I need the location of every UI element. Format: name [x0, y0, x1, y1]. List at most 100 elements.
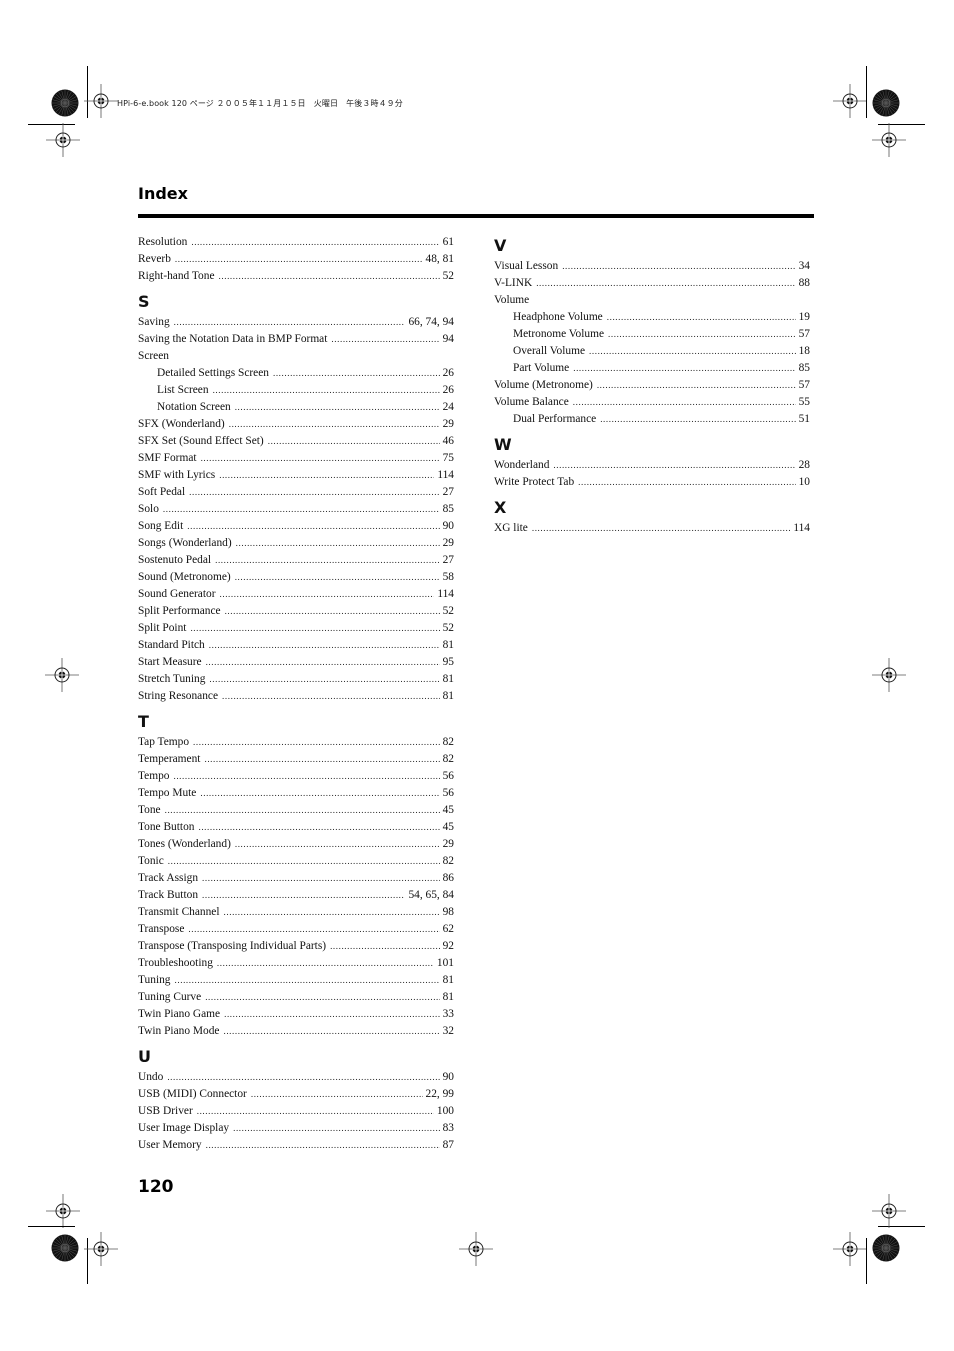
- index-entry: USB Driver 100: [138, 1103, 454, 1120]
- index-entry: Right-hand Tone 52: [138, 268, 454, 285]
- index-entry: Visual Lesson 34: [494, 258, 810, 275]
- dot-leader: [209, 637, 440, 654]
- entry-label: Volume: [494, 294, 530, 306]
- entry-page-numbers: 32: [442, 1025, 454, 1037]
- dot-leader: [200, 785, 439, 802]
- index-entry: Sound (Metronome) 58: [138, 569, 454, 586]
- entry-label: Write Protect Tab: [494, 476, 575, 488]
- index-entry: XG lite 114: [494, 520, 810, 537]
- section-letter: W: [494, 435, 512, 454]
- dot-leader: [573, 360, 795, 377]
- dot-leader: [224, 904, 440, 921]
- index-entry: Start Measure 95: [138, 654, 454, 671]
- registration-mark-icon: [46, 123, 80, 157]
- dot-leader: [215, 552, 440, 569]
- dot-leader: [198, 819, 439, 836]
- dot-leader: [273, 365, 440, 382]
- index-entry: Songs (Wonderland) 29: [138, 535, 454, 552]
- dot-leader: [165, 802, 440, 819]
- entry-page-numbers: 56: [442, 770, 454, 782]
- entry-page-numbers: 92: [442, 940, 454, 952]
- index-entry: Reverb 48, 81: [138, 251, 454, 268]
- entry-label: Wonderland: [494, 459, 550, 471]
- entry-page-numbers: 85: [442, 503, 454, 515]
- entry-page-numbers: 61: [442, 236, 454, 248]
- dot-leader: [573, 394, 796, 411]
- entry-page-numbers: 82: [442, 855, 454, 867]
- dot-leader: [188, 921, 439, 938]
- entry-page-numbers: 114: [437, 469, 454, 481]
- entry-page-numbers: 83: [442, 1122, 454, 1134]
- registration-mark-icon: [833, 84, 867, 118]
- dot-leader: [175, 972, 440, 989]
- entry-label: Metronome Volume: [513, 328, 605, 340]
- index-entry: Solo 85: [138, 501, 454, 518]
- entry-label: Tuning Curve: [138, 991, 202, 1003]
- dot-leader: [578, 474, 795, 491]
- entry-label: Notation Screen: [157, 401, 231, 413]
- entry-label: Track Assign: [138, 872, 199, 884]
- entry-page-numbers: 90: [442, 1071, 454, 1083]
- dot-leader: [220, 586, 435, 603]
- index-entry: Stretch Tuning 81: [138, 671, 454, 688]
- entry-label: Overall Volume: [513, 345, 586, 357]
- index-entry: Transpose 62: [138, 921, 454, 938]
- dot-leader: [163, 501, 440, 518]
- dot-leader: [219, 268, 440, 285]
- entry-label: SMF Format: [138, 452, 197, 464]
- dot-leader: [206, 1137, 440, 1154]
- index-entry: Transmit Channel 98: [138, 904, 454, 921]
- index-entry: Tone Button 45: [138, 819, 454, 836]
- dot-leader: [225, 603, 440, 620]
- entry-label: Resolution: [138, 236, 188, 248]
- entry-label: Transmit Channel: [138, 906, 220, 918]
- entry-page-numbers: 94: [442, 333, 454, 345]
- dot-leader: [190, 620, 439, 637]
- entry-page-numbers: 34: [798, 260, 810, 272]
- dot-leader: [236, 535, 440, 552]
- dot-leader: [204, 751, 439, 768]
- registration-mark-icon: [84, 84, 118, 118]
- index-entry: Twin Piano Mode 32: [138, 1023, 454, 1040]
- entry-label: User Image Display: [138, 1122, 230, 1134]
- entry-label: USB Driver: [138, 1105, 193, 1117]
- index-entry: Track Assign 86: [138, 870, 454, 887]
- dot-leader: [251, 1086, 423, 1103]
- dot-leader: [217, 955, 434, 972]
- entry-label: Reverb: [138, 253, 171, 265]
- section-letter: V: [494, 236, 507, 255]
- entry-page-numbers: 51: [798, 413, 810, 425]
- index-entry: Saving 66, 74, 94: [138, 314, 454, 331]
- dot-leader: [268, 433, 440, 450]
- dot-leader: [206, 654, 440, 671]
- section-letter: T: [138, 712, 149, 731]
- index-entry: Write Protect Tab 10: [494, 474, 810, 491]
- entry-label: Standard Pitch: [138, 639, 205, 651]
- entry-page-numbers: 27: [442, 486, 454, 498]
- index-entry: Song Edit 90: [138, 518, 454, 535]
- entry-label: V-LINK: [494, 277, 533, 289]
- index-heading: Screen: [138, 348, 454, 365]
- entry-label: Songs (Wonderland): [138, 537, 232, 549]
- dot-leader: [235, 836, 440, 853]
- entry-label: Tonic: [138, 855, 164, 867]
- index-entry: SFX (Wonderland) 29: [138, 416, 454, 433]
- entry-page-numbers: 62: [442, 923, 454, 935]
- entry-label: Split Point: [138, 622, 187, 634]
- index-heading: Volume: [494, 292, 810, 309]
- entry-label: Saving: [138, 316, 170, 328]
- index-entry: Split Performance 52: [138, 603, 454, 620]
- dot-leader: [331, 331, 439, 348]
- entry-page-numbers: 58: [442, 571, 454, 583]
- entry-label: USB (MIDI) Connector: [138, 1088, 247, 1100]
- entry-page-numbers: 26: [442, 384, 454, 396]
- color-target-icon: [51, 1234, 79, 1262]
- entry-label: Track Button: [138, 889, 199, 901]
- entry-page-numbers: 56: [442, 787, 454, 799]
- entry-page-numbers: 87: [442, 1139, 454, 1151]
- index-entry: Track Button 54, 65, 84: [138, 887, 454, 904]
- dot-leader: [600, 411, 795, 428]
- index-entry: V-LINK 88: [494, 275, 810, 292]
- index-entry: Tempo Mute 56: [138, 785, 454, 802]
- dot-leader: [202, 870, 440, 887]
